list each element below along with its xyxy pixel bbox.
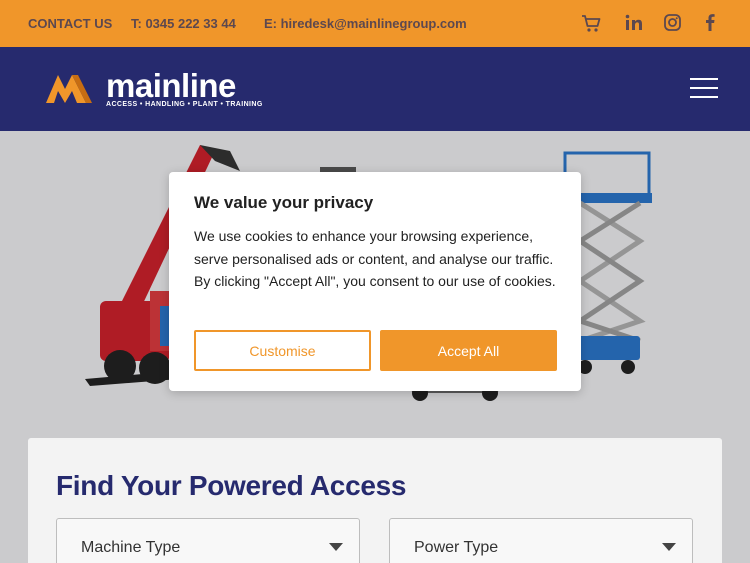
- cookie-title: We value your privacy: [194, 193, 374, 212]
- cart-icon[interactable]: [580, 12, 602, 34]
- cookie-body: We use cookies to enhance your browsing …: [194, 228, 556, 289]
- power-type-select[interactable]: Power Type: [389, 518, 693, 563]
- search-title: Find Your Powered Access: [56, 470, 407, 501]
- cookie-consent-dialog: We value your privacy We use cookies to …: [169, 172, 581, 391]
- accept-all-button[interactable]: Accept All: [380, 330, 557, 371]
- top-contact-bar: CONTACT US T: 0345 222 33 44 E: hiredesk…: [0, 0, 750, 47]
- instagram-icon[interactable]: [662, 12, 684, 34]
- linkedin-icon[interactable]: [623, 12, 645, 34]
- power-type-label: Power Type: [414, 539, 499, 556]
- machine-type-select[interactable]: Machine Type: [56, 518, 360, 563]
- logo-wordmark: mainline: [106, 67, 236, 104]
- logo-tagline: ACCESS • HANDLING • PLANT • TRAINING: [106, 101, 263, 108]
- chevron-down-icon: [329, 543, 343, 551]
- hamburger-icon[interactable]: [690, 78, 720, 100]
- machine-type-label: Machine Type: [81, 539, 181, 556]
- mainline-logo[interactable]: mainline ACCESS • HANDLING • PLANT • TRA…: [46, 67, 262, 111]
- phone-link[interactable]: T: 0345 222 33 44: [131, 16, 236, 31]
- contact-us-link[interactable]: CONTACT US: [28, 16, 112, 31]
- site-header: mainline ACCESS • HANDLING • PLANT • TRA…: [0, 47, 750, 131]
- logo-mark-icon: [46, 75, 92, 103]
- chevron-down-icon: [662, 543, 676, 551]
- customise-button[interactable]: Customise: [194, 330, 371, 371]
- email-link[interactable]: E: hiredesk@mainlinegroup.com: [264, 16, 467, 31]
- search-card: Find Your Powered Access Machine Type Po…: [28, 438, 722, 563]
- facebook-icon[interactable]: [700, 12, 722, 34]
